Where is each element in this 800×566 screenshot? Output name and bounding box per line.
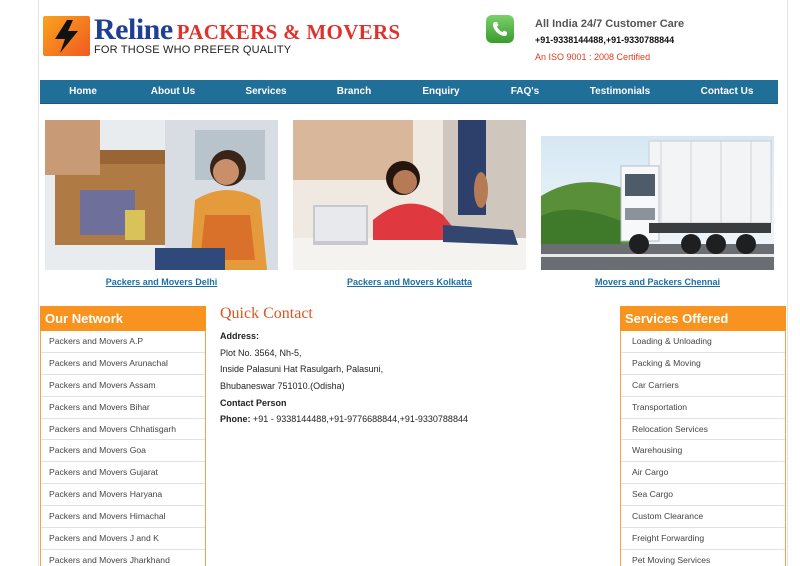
network-item[interactable]: Packers and Movers Haryana (41, 484, 205, 507)
service-item[interactable]: Car Carriers (621, 375, 785, 397)
service-item[interactable]: Freight Forwarding (621, 528, 785, 550)
tagline: FOR THOSE WHO PREFER QUALITY (94, 44, 292, 56)
service-item[interactable]: Air Cargo (621, 462, 785, 485)
caption-chennai[interactable]: Movers and Packers Chennai (541, 277, 774, 287)
brand-sub: PACKERS & MOVERS (176, 20, 401, 44)
service-item[interactable]: Sea Cargo (621, 484, 785, 507)
network-item[interactable]: Packers and Movers Bihar (41, 397, 205, 419)
network-item[interactable]: Packers and Movers Jharkhand (41, 550, 205, 566)
service-item[interactable]: Transportation (621, 397, 785, 419)
services-heading: Services Offered (620, 306, 786, 331)
nav-testimonials[interactable]: Testimonials (564, 80, 676, 104)
nav-home[interactable]: Home (40, 80, 126, 104)
iso-certification: An ISO 9001 : 2008 Certified (535, 52, 651, 62)
service-item[interactable]: Loading & Unloading (621, 331, 785, 353)
photo-delhi[interactable] (45, 120, 278, 270)
nav-services[interactable]: Services (220, 80, 312, 104)
photo-kolkatta[interactable] (293, 120, 526, 270)
customer-care-phones: +91-9338144488,+91-9330788844 (535, 35, 675, 45)
nav-about-us[interactable]: About Us (126, 80, 220, 104)
service-item[interactable]: Pet Moving Services (621, 550, 785, 566)
caption-kolkatta[interactable]: Packers and Movers Kolkatta (293, 277, 526, 287)
network-item[interactable]: Packers and Movers Arunachal (41, 353, 205, 375)
network-item[interactable]: Packers and Movers Assam (41, 375, 205, 397)
page-container: Reline PACKERS & MOVERS FOR THOSE WHO PRE… (38, 0, 788, 566)
network-item[interactable]: Packers and Movers Chhatisgarh (41, 419, 205, 441)
caption-delhi[interactable]: Packers and Movers Delhi (45, 277, 278, 287)
nav-contact-us[interactable]: Contact Us (676, 80, 778, 104)
service-item[interactable]: Custom Clearance (621, 506, 785, 529)
network-item[interactable]: Packers and Movers Gujarat (41, 462, 205, 485)
customer-care-title: All India 24/7 Customer Care (535, 18, 685, 30)
service-item[interactable]: Packing & Moving (621, 353, 785, 375)
services-list: Loading & Unloading Packing & Moving Car… (620, 331, 786, 566)
logo-icon[interactable] (43, 16, 90, 56)
brand-main: Reline (94, 13, 173, 46)
address-line: Inside Palasuni Hat Rasulgarh, Palasuni, (220, 364, 384, 374)
network-list: Packers and Movers A.P Packers and Mover… (40, 331, 206, 566)
quick-contact-title: Quick Contact (220, 305, 313, 322)
contact-person-label: Contact Person (220, 398, 287, 408)
network-item[interactable]: Packers and Movers A.P (41, 331, 205, 353)
network-item[interactable]: Packers and Movers Himachal (41, 506, 205, 529)
service-item[interactable]: Warehousing (621, 440, 785, 463)
nav-faqs[interactable]: FAQ's (486, 80, 564, 104)
address-label: Address: (220, 331, 260, 341)
brand-name[interactable]: Reline PACKERS & MOVERS (94, 13, 400, 47)
main-nav: Home About Us Services Branch Enquiry FA… (40, 80, 778, 104)
network-heading: Our Network (40, 306, 206, 331)
nav-branch[interactable]: Branch (312, 80, 396, 104)
nav-enquiry[interactable]: Enquiry (396, 80, 486, 104)
network-item[interactable]: Packers and Movers J and K (41, 528, 205, 550)
address-line: Plot No. 3564, Nh-5, (220, 348, 302, 358)
service-item[interactable]: Relocation Services (621, 419, 785, 441)
network-item[interactable]: Packers and Movers Goa (41, 440, 205, 463)
phone-line: Phone: +91 - 9338144488,+91-9776688844,+… (220, 414, 468, 424)
phone-icon (486, 15, 514, 43)
photo-chennai[interactable] (541, 136, 774, 270)
address-line: Bhubaneswar 751010.(Odisha) (220, 381, 345, 391)
